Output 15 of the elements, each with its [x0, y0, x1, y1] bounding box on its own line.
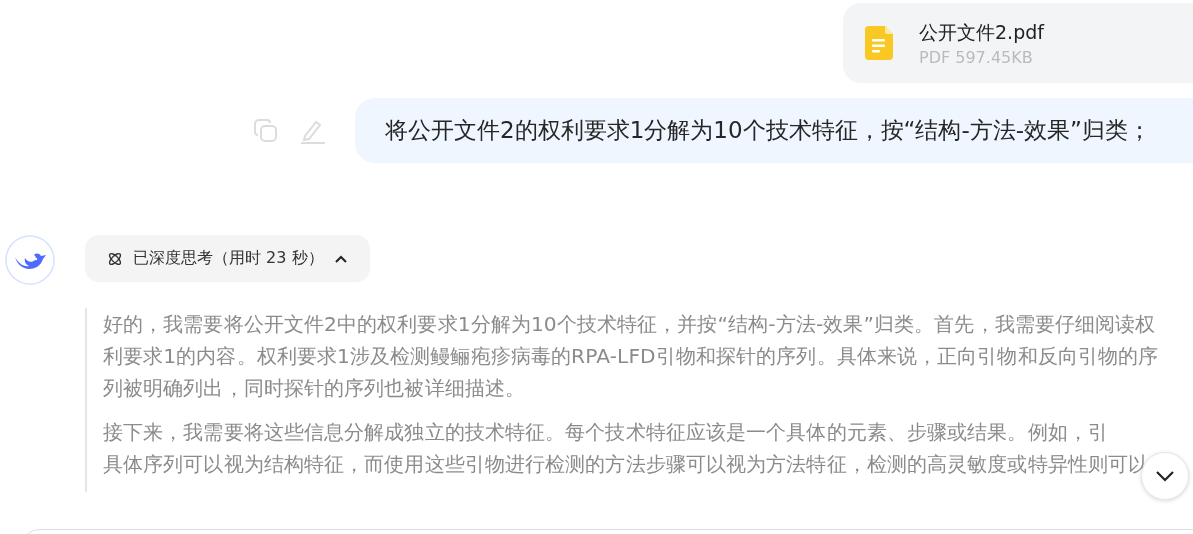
copy-icon[interactable]: [253, 117, 279, 144]
thinking-text: 好的，我需要将公开文件2中的权利要求1分解为10个技术特征，并按“结构-方法-效果”归类。首先，我需要仔细阅读权: [103, 311, 1157, 338]
file-name: 公开文件2.pdf: [919, 19, 1044, 45]
deep-thinking-toggle[interactable]: 已深度思考（用时 23 秒）: [85, 235, 370, 282]
chevron-down-icon: [1154, 469, 1176, 483]
document-icon: [865, 26, 893, 60]
thinking-text: 列被明确列出，同时探针的序列也被详细描述。: [103, 375, 527, 402]
file-size: PDF 597.45KB: [919, 47, 1034, 67]
thinking-text: 利要求1的内容。权利要求1涉及检测鳗鲡疱疹病毒的RPA-LFD引物和探针的序列。具体来说，正向引物和反向引物的序: [103, 343, 1159, 370]
thinking-text: 接下来，我需要将这些信息分解成独立的技术特征。每个技术特征应该是一个具体的元素、步骤或结果。例如，引: [103, 419, 1109, 446]
file-card[interactable]: 公开文件2.pdf PDF 597.45KB: [843, 3, 1193, 83]
atom-icon: [107, 250, 123, 267]
whale-avatar-icon: [5, 235, 55, 285]
caret-icon: [333, 253, 348, 264]
user-message: 将公开文件2的权利要求1分解为10个技术特征，按“结构-方法-效果”归类；: [355, 98, 1193, 163]
